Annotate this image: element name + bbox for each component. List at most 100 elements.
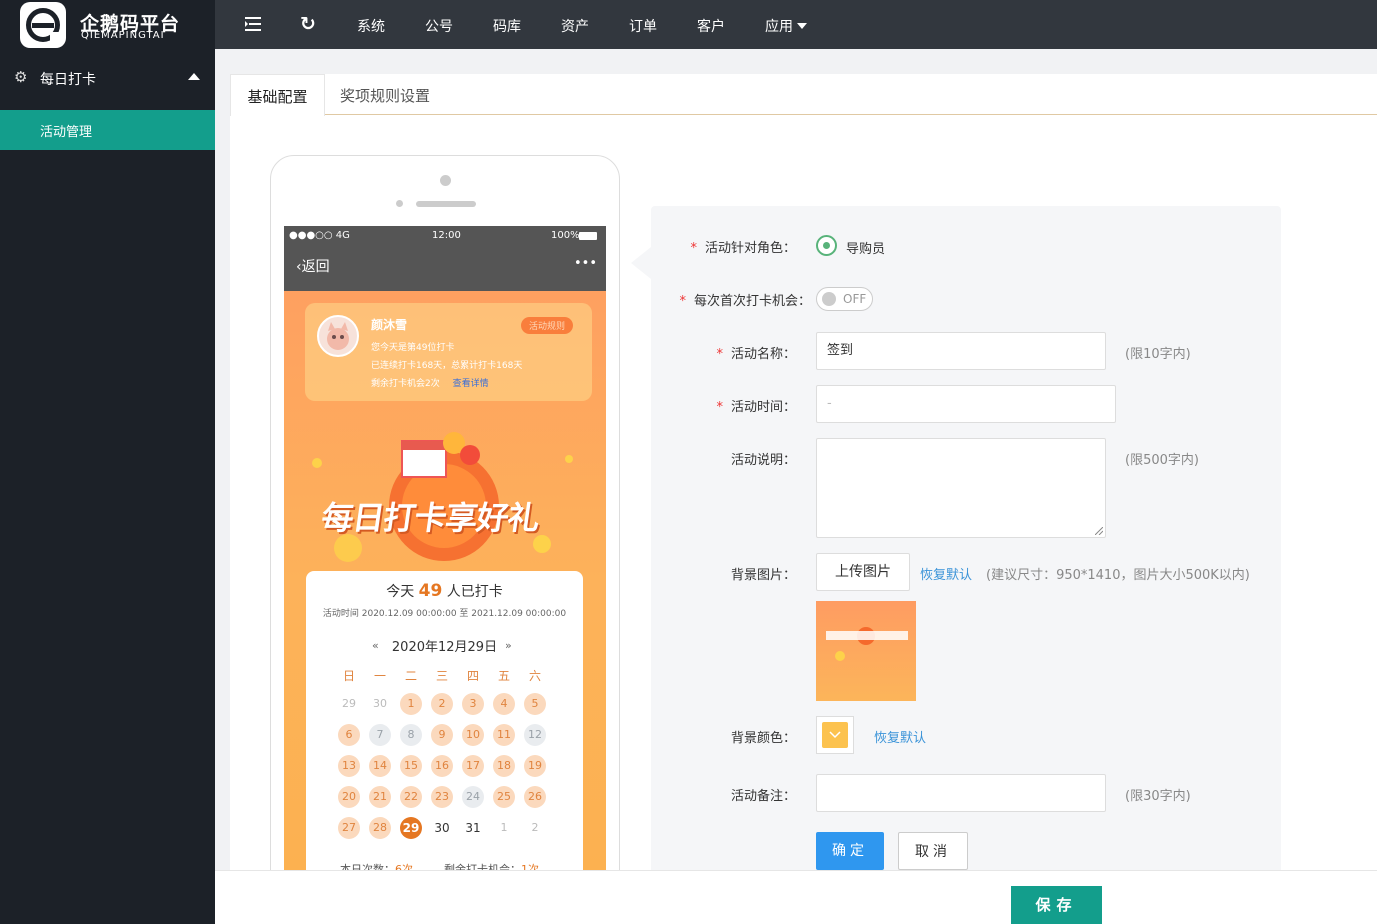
calendar-day[interactable]: 4 xyxy=(493,693,515,715)
brand-logo-icon xyxy=(20,2,66,48)
nav-orders[interactable]: 订单 xyxy=(629,16,657,36)
calendar-day[interactable]: 24 xyxy=(462,786,484,808)
sidebar-item-activity-management[interactable]: 活动管理 xyxy=(0,110,215,150)
activity-desc-textarea[interactable] xyxy=(816,438,1106,538)
calendar-day[interactable]: 10 xyxy=(462,724,484,746)
confirm-button[interactable]: 确定 xyxy=(816,832,884,870)
nav-code-library[interactable]: 码库 xyxy=(493,16,521,36)
refresh-icon[interactable]: ↻ xyxy=(300,13,316,35)
caret-down-icon xyxy=(797,23,807,29)
calendar-day[interactable]: 18 xyxy=(493,755,515,777)
nav-customers[interactable]: 客户 xyxy=(697,16,725,36)
tab-basic-config[interactable]: 基础配置 xyxy=(230,74,325,116)
phone-nav-bar: ‹返回 ••• xyxy=(284,246,606,291)
nav-system[interactable]: 系统 xyxy=(357,16,385,36)
calendar-day[interactable]: 2 xyxy=(431,693,453,715)
tab-prize-rules[interactable]: 奖项规则设置 xyxy=(340,74,430,115)
sidebar-group-daily-checkin[interactable]: ⚙ 每日打卡 xyxy=(0,59,215,95)
activity-name-input[interactable]: 签到 xyxy=(816,332,1106,370)
activity-period: 活动时间 2020.12.09 00:00:00 至 2021.12.09 00… xyxy=(322,609,567,619)
calendar-day[interactable]: 31 xyxy=(462,817,484,839)
next-month-icon[interactable]: » xyxy=(505,639,512,652)
nav-official-account[interactable]: 公号 xyxy=(425,16,453,36)
calendar-day[interactable]: 2 xyxy=(524,817,546,839)
today-checkin-count: 今天 49 人已打卡 xyxy=(306,581,583,601)
calendar-day[interactable]: 25 xyxy=(493,786,515,808)
color-swatch xyxy=(822,722,848,748)
calendar-weekday: 五 xyxy=(497,669,510,683)
phone-camera xyxy=(440,175,451,186)
avatar xyxy=(317,315,359,357)
role-label: * 活动针对角色： xyxy=(690,241,796,256)
calendar-day[interactable]: 9 xyxy=(431,724,453,746)
back-button[interactable]: ‹返回 xyxy=(296,256,330,276)
restore-default-color-link[interactable]: 恢复默认 xyxy=(874,727,926,746)
checkin-streak-text: 已连续打卡168天，总累计打卡168天 xyxy=(371,361,523,371)
remaining-chance-row: 剩余打卡机会2次 查看详情 xyxy=(371,376,489,389)
calendar-day[interactable]: 1 xyxy=(493,817,515,839)
calendar-day[interactable]: 1 xyxy=(400,693,422,715)
calendar-day[interactable]: 20 xyxy=(338,786,360,808)
activity-time-label: * 活动时间： xyxy=(716,400,796,415)
calendar-day[interactable]: 17 xyxy=(462,755,484,777)
top-navbar: ↻ 系统 公号 码库 资产 订单 客户 应用 xyxy=(215,0,1377,49)
calendar-day[interactable]: 16 xyxy=(431,755,453,777)
calendar-day[interactable]: 11 xyxy=(493,724,515,746)
user-checkin-card: 颜沐雪 活动规则 您今天是第49位打卡 已连续打卡168天，总累计打卡168天 … xyxy=(305,303,592,401)
calendar-day[interactable]: 6 xyxy=(338,724,360,746)
calendar-day[interactable]: 3 xyxy=(462,693,484,715)
bg-image-hint: (建议尺寸：950*1410，图片大小500K以内) xyxy=(986,568,1250,583)
calendar-day[interactable]: 7 xyxy=(369,724,391,746)
bg-image-label: 背景图片： xyxy=(730,568,796,583)
resize-handle-icon[interactable] xyxy=(1095,527,1103,535)
calendar-day[interactable]: 30 xyxy=(431,817,453,839)
calendar-day[interactable]: 21 xyxy=(369,786,391,808)
sidebar-group-label: 每日打卡 xyxy=(40,72,96,88)
calendar-day[interactable]: 14 xyxy=(369,755,391,777)
bg-color-picker[interactable] xyxy=(816,716,854,754)
calendar-day[interactable]: 28 xyxy=(369,817,391,839)
tab-bar: 基础配置 奖项规则设置 xyxy=(230,74,1377,116)
toggle-state: OFF xyxy=(843,292,867,306)
calendar-day[interactable]: 27 xyxy=(338,817,360,839)
activity-time-range-input[interactable]: - xyxy=(816,385,1116,423)
rules-badge[interactable]: 活动规则 xyxy=(521,317,574,334)
calendar-day[interactable]: 29 xyxy=(400,817,422,839)
calendar-day[interactable]: 8 xyxy=(400,724,422,746)
activity-name-hint: (限10字内) xyxy=(1125,347,1191,362)
calendar-day[interactable]: 23 xyxy=(431,786,453,808)
save-button[interactable]: 保存 xyxy=(1011,886,1102,924)
cancel-button[interactable]: 取消 xyxy=(898,832,968,870)
today-count: 49 xyxy=(418,581,443,601)
first-chance-toggle[interactable]: OFF xyxy=(816,287,873,311)
nav-assets[interactable]: 资产 xyxy=(561,16,589,36)
activity-note-input[interactable] xyxy=(816,774,1106,812)
calendar-day[interactable]: 15 xyxy=(400,755,422,777)
menu-toggle-icon[interactable] xyxy=(245,17,261,31)
nav-apps[interactable]: 应用 xyxy=(765,16,807,36)
upload-image-button[interactable]: 上传图片 xyxy=(816,553,910,591)
first-chance-label-text: 每次首次打卡机会： xyxy=(693,294,811,309)
role-option-label[interactable]: 导购员 xyxy=(846,238,885,257)
checkin-calendar: 今天 49 人已打卡 活动时间 2020.12.09 00:00:00 至 20… xyxy=(306,571,583,876)
calendar-weekday: 四 xyxy=(466,669,479,683)
more-icon[interactable]: ••• xyxy=(574,256,597,271)
battery-percent: 100% xyxy=(551,230,580,241)
calendar-day[interactable]: 30 xyxy=(369,693,391,715)
calendar-weekday: 三 xyxy=(435,669,448,683)
calendar-day[interactable]: 13 xyxy=(338,755,360,777)
signal-indicator: ●●●○○ 4G xyxy=(289,230,350,241)
calendar-day[interactable]: 12 xyxy=(524,724,546,746)
calendar-weekday: 日 xyxy=(342,669,355,683)
bg-color-label: 背景颜色： xyxy=(730,731,796,746)
view-details-link[interactable]: 查看详情 xyxy=(453,379,489,389)
calendar-day[interactable]: 26 xyxy=(524,786,546,808)
calendar-day[interactable]: 5 xyxy=(524,693,546,715)
calendar-day[interactable]: 22 xyxy=(400,786,422,808)
calendar-day[interactable]: 19 xyxy=(524,755,546,777)
brand-logo[interactable]: 企鹅码平台 QIEMAPINGTAI xyxy=(0,0,215,49)
role-radio-shopping-guide[interactable] xyxy=(816,235,837,256)
calendar-day[interactable]: 29 xyxy=(338,693,360,715)
restore-default-image-link[interactable]: 恢复默认 xyxy=(920,564,972,583)
phone-status-bar: ●●●○○ 4G 12:00 100% xyxy=(284,226,606,246)
